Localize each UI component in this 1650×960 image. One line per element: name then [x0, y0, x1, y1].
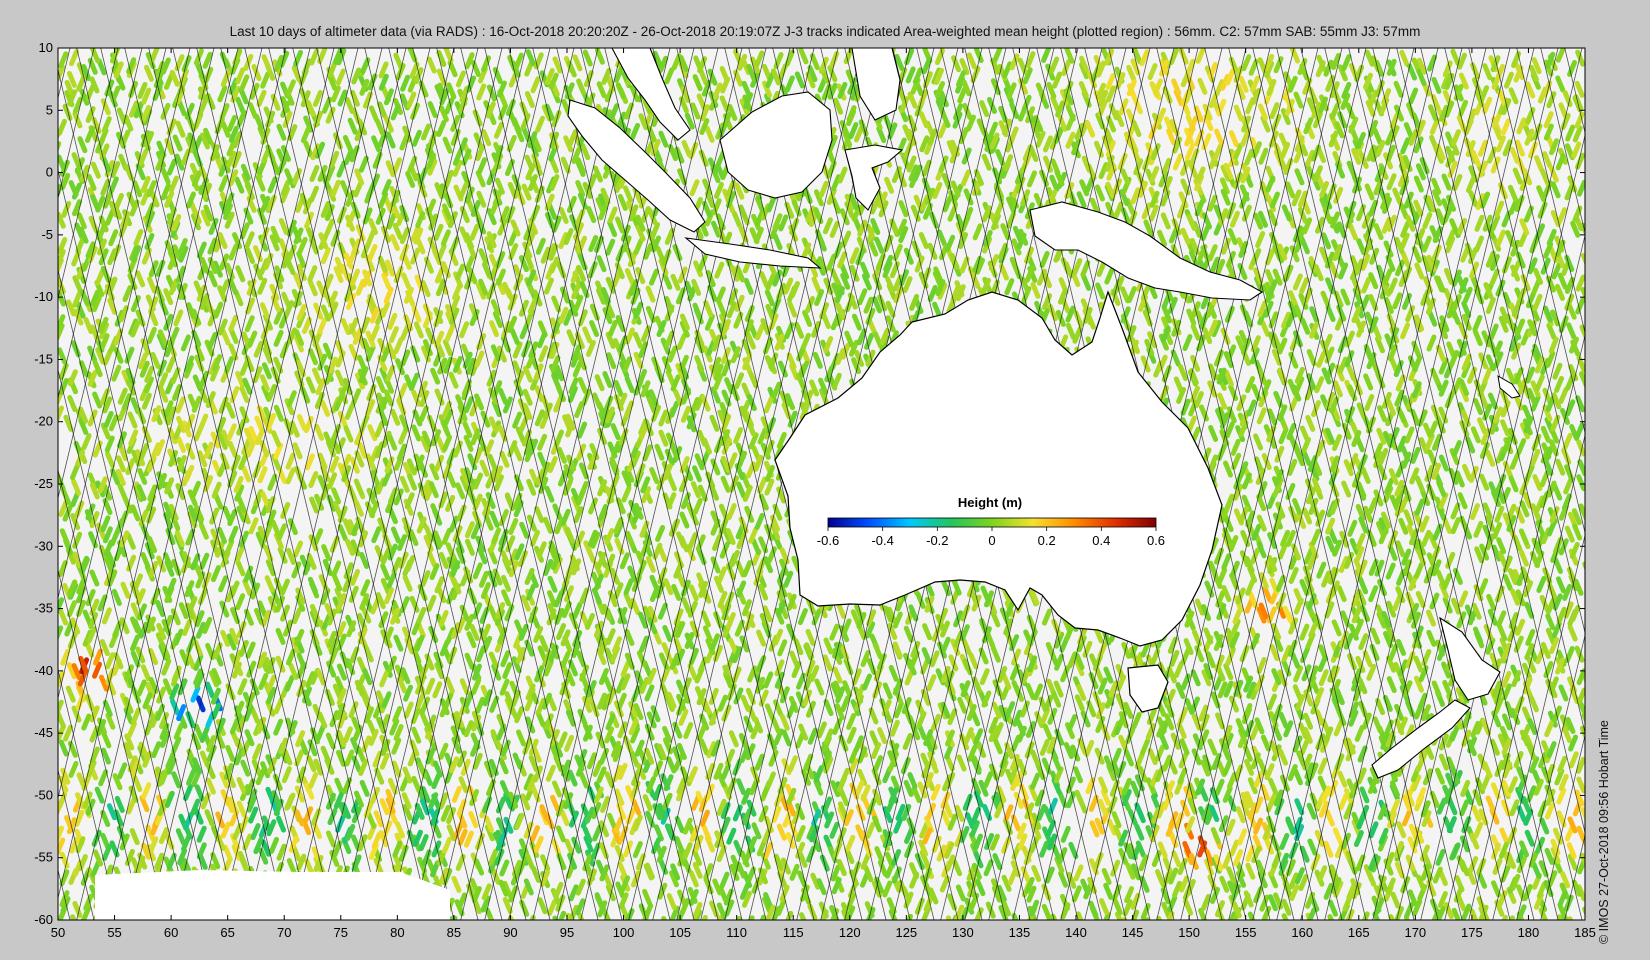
height-sample — [419, 916, 426, 920]
height-sample — [234, 916, 240, 920]
height-sample — [488, 916, 494, 920]
altimeter-map: 50 55 60 65 70 75 80 85 90 95 100 105 110 115 120 125 13… — [34, 40, 1596, 940]
